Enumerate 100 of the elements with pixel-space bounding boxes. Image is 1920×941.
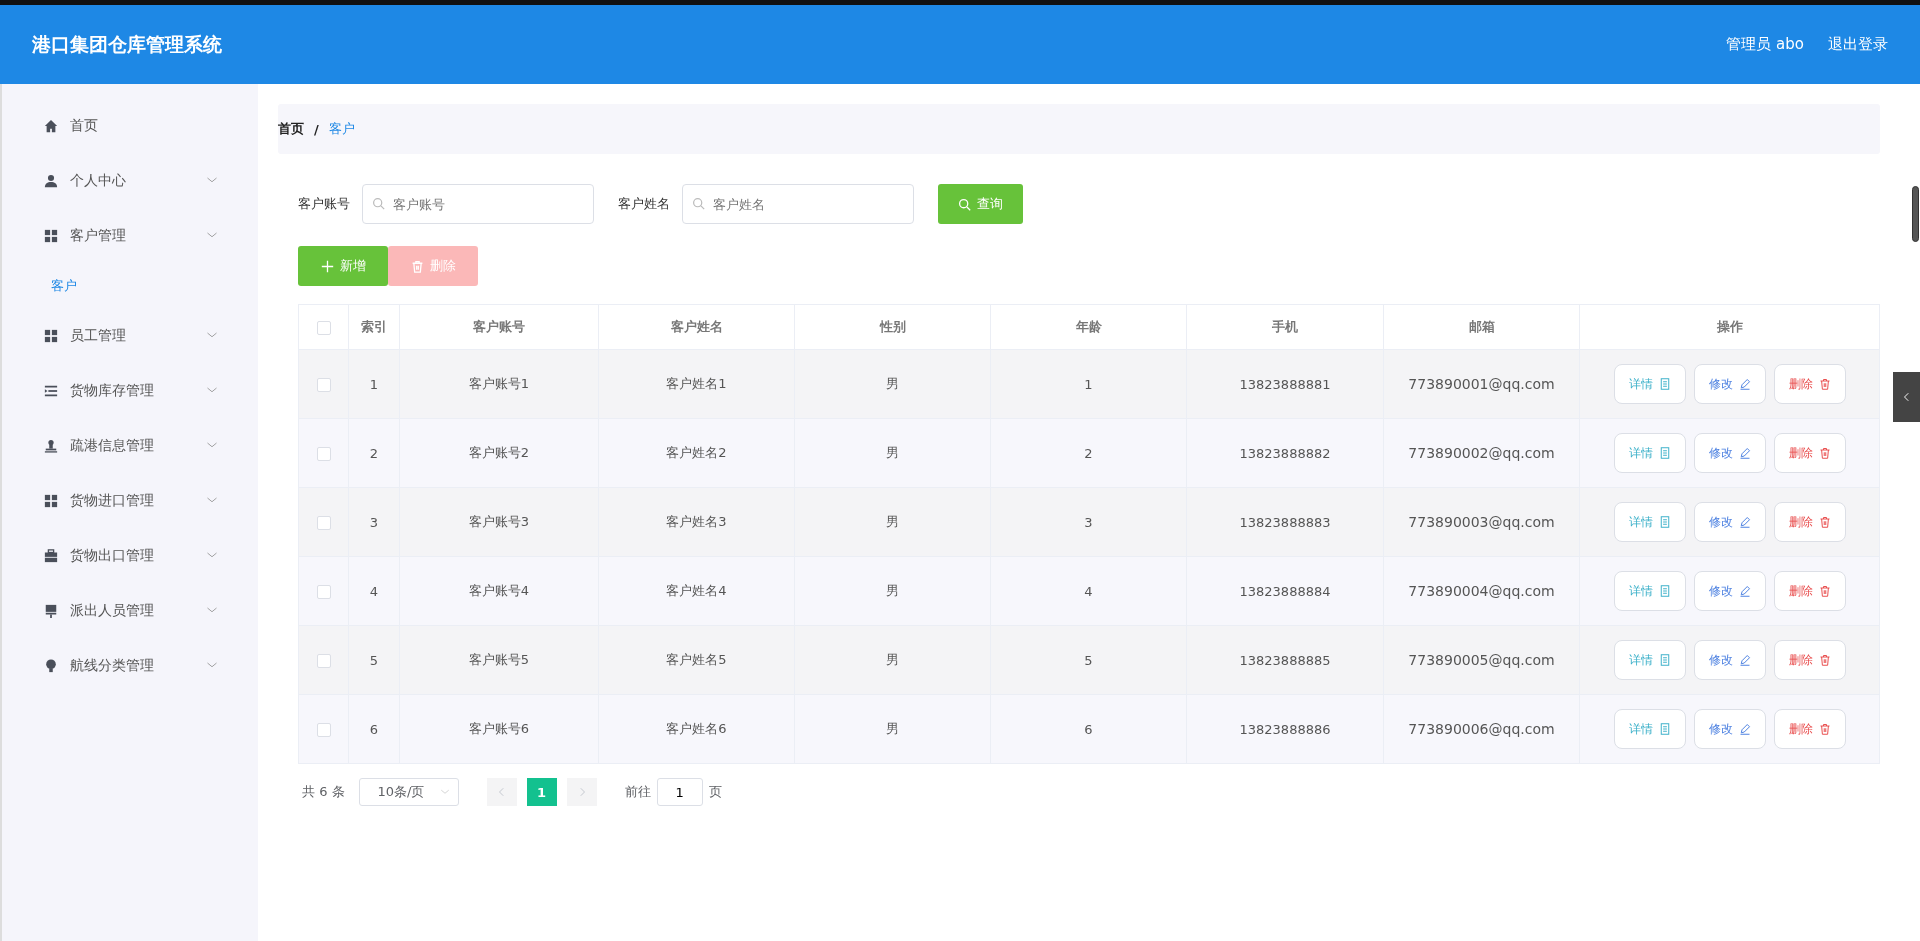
table-cell: 773890001@qq.com (1383, 349, 1580, 419)
total-count: 共 6 条 (302, 783, 345, 801)
checkbox[interactable] (316, 446, 331, 461)
pencil-icon (1738, 516, 1751, 528)
document-icon (1658, 654, 1671, 666)
chevron-left-icon (1901, 392, 1912, 402)
table-cell: 13823888883 (1186, 487, 1384, 557)
column-header: 客户账号 (399, 304, 599, 350)
user-label: 管理员 abo (1726, 35, 1804, 54)
trash-icon (1818, 723, 1831, 735)
detail-button[interactable]: 详情 (1613, 709, 1686, 749)
prev-page-button[interactable] (486, 778, 517, 806)
detail-button[interactable]: 详情 (1613, 364, 1686, 404)
edit-button[interactable]: 修改 (1693, 709, 1766, 749)
edit-button[interactable]: 修改 (1693, 364, 1766, 404)
briefcase-icon (44, 548, 58, 563)
menu-item[interactable]: 派出人员管理 (2, 583, 258, 638)
row-delete-button[interactable]: 删除 (1773, 502, 1846, 542)
column-header: 手机 (1186, 304, 1384, 350)
menu-item[interactable]: 员工管理 (2, 308, 258, 363)
column-header: 操作 (1579, 304, 1880, 350)
table-cell: 3 (990, 487, 1187, 557)
page-size-select[interactable]: 10条/页 (358, 778, 459, 806)
menu-item[interactable]: 货物库存管理 (2, 363, 258, 418)
search-field[interactable]: 客户姓名 (682, 184, 914, 224)
pencil-icon (1738, 447, 1751, 459)
table-cell: 13823888881 (1186, 349, 1384, 419)
search-field[interactable]: 客户账号 (362, 184, 594, 224)
table-cell: 773890004@qq.com (1383, 556, 1580, 626)
field-label: 客户姓名 (618, 195, 670, 213)
menu-item[interactable]: 疏港信息管理 (2, 418, 258, 473)
table-cell: 男 (794, 694, 991, 764)
home-icon (44, 118, 58, 133)
table-cell: 6 (990, 694, 1187, 764)
column-header: 客户姓名 (598, 304, 795, 350)
menu-item[interactable]: 货物出口管理 (2, 528, 258, 583)
search-button[interactable]: 查询 (938, 184, 1023, 224)
table-cell: 客户账号4 (399, 556, 599, 626)
detail-button[interactable]: 详情 (1613, 640, 1686, 680)
page-button[interactable]: 1 (526, 778, 557, 806)
search-icon (958, 197, 971, 211)
grid-icon (44, 493, 58, 508)
checkbox[interactable] (316, 377, 331, 392)
grid-icon (44, 228, 58, 243)
checkbox[interactable] (316, 722, 331, 737)
menu-item[interactable]: 航线分类管理 (2, 638, 258, 693)
edit-button[interactable]: 修改 (1693, 502, 1766, 542)
table-cell: 客户姓名2 (598, 418, 795, 488)
table-cell: 773890002@qq.com (1383, 418, 1580, 488)
table-cell: 客户账号5 (399, 625, 599, 695)
checkbox[interactable] (316, 584, 331, 599)
menu-item[interactable]: 个人中心 (2, 153, 258, 208)
row-delete-button[interactable]: 删除 (1773, 364, 1846, 404)
checkbox[interactable] (316, 320, 331, 335)
page-input[interactable]: 1 (656, 778, 703, 806)
chevron-left-icon (496, 787, 507, 797)
logout-link[interactable]: 退出登录 (1828, 35, 1888, 54)
table-cell: 773890003@qq.com (1383, 487, 1580, 557)
edit-button[interactable]: 修改 (1693, 433, 1766, 473)
row-delete-button[interactable]: 删除 (1773, 709, 1846, 749)
search-icon (372, 197, 385, 210)
pencil-icon (1738, 585, 1751, 597)
breadcrumb-link[interactable]: 首页 (278, 120, 304, 138)
checkbox[interactable] (316, 653, 331, 668)
field-label: 客户账号 (298, 195, 350, 213)
table-cell: 客户姓名1 (598, 349, 795, 419)
table-cell: 6 (348, 694, 400, 764)
table-cell: 13823888884 (1186, 556, 1384, 626)
table-cell: 13823888882 (1186, 418, 1384, 488)
next-page-button[interactable] (566, 778, 597, 806)
detail-button[interactable]: 详情 (1613, 571, 1686, 611)
detail-button[interactable]: 详情 (1613, 433, 1686, 473)
table-cell: 客户账号1 (399, 349, 599, 419)
table-cell: 客户姓名4 (598, 556, 795, 626)
checkbox[interactable] (316, 515, 331, 530)
document-icon (1658, 378, 1671, 390)
add-button[interactable]: 新增 (298, 246, 388, 286)
table-cell: 773890005@qq.com (1383, 625, 1580, 695)
menu-item[interactable]: 货物进口管理 (2, 473, 258, 528)
app-title: 港口集团仓库管理系统 (32, 31, 222, 57)
detail-button[interactable]: 详情 (1613, 502, 1686, 542)
scrollbar-thumb[interactable] (1912, 186, 1919, 242)
pencil-icon (1738, 723, 1751, 735)
edit-button[interactable]: 修改 (1693, 571, 1766, 611)
row-delete-button[interactable]: 删除 (1773, 433, 1846, 473)
row-delete-button[interactable]: 删除 (1773, 640, 1846, 680)
menu-item[interactable]: 客户管理 (2, 208, 258, 263)
breadcrumb-link[interactable]: 客户 (328, 120, 355, 138)
pencil-icon (1738, 654, 1751, 666)
table-cell: 男 (794, 418, 991, 488)
trash-icon (1818, 516, 1831, 528)
collapse-tab[interactable] (1893, 372, 1920, 422)
table-cell: 男 (794, 487, 991, 557)
document-icon (1658, 723, 1671, 735)
table-cell: 客户姓名3 (598, 487, 795, 557)
menu-item[interactable]: 首页 (2, 98, 258, 153)
edit-button[interactable]: 修改 (1693, 640, 1766, 680)
submenu-item[interactable]: 客户 (2, 263, 258, 308)
row-delete-button[interactable]: 删除 (1773, 571, 1846, 611)
bulb-icon (44, 658, 58, 673)
